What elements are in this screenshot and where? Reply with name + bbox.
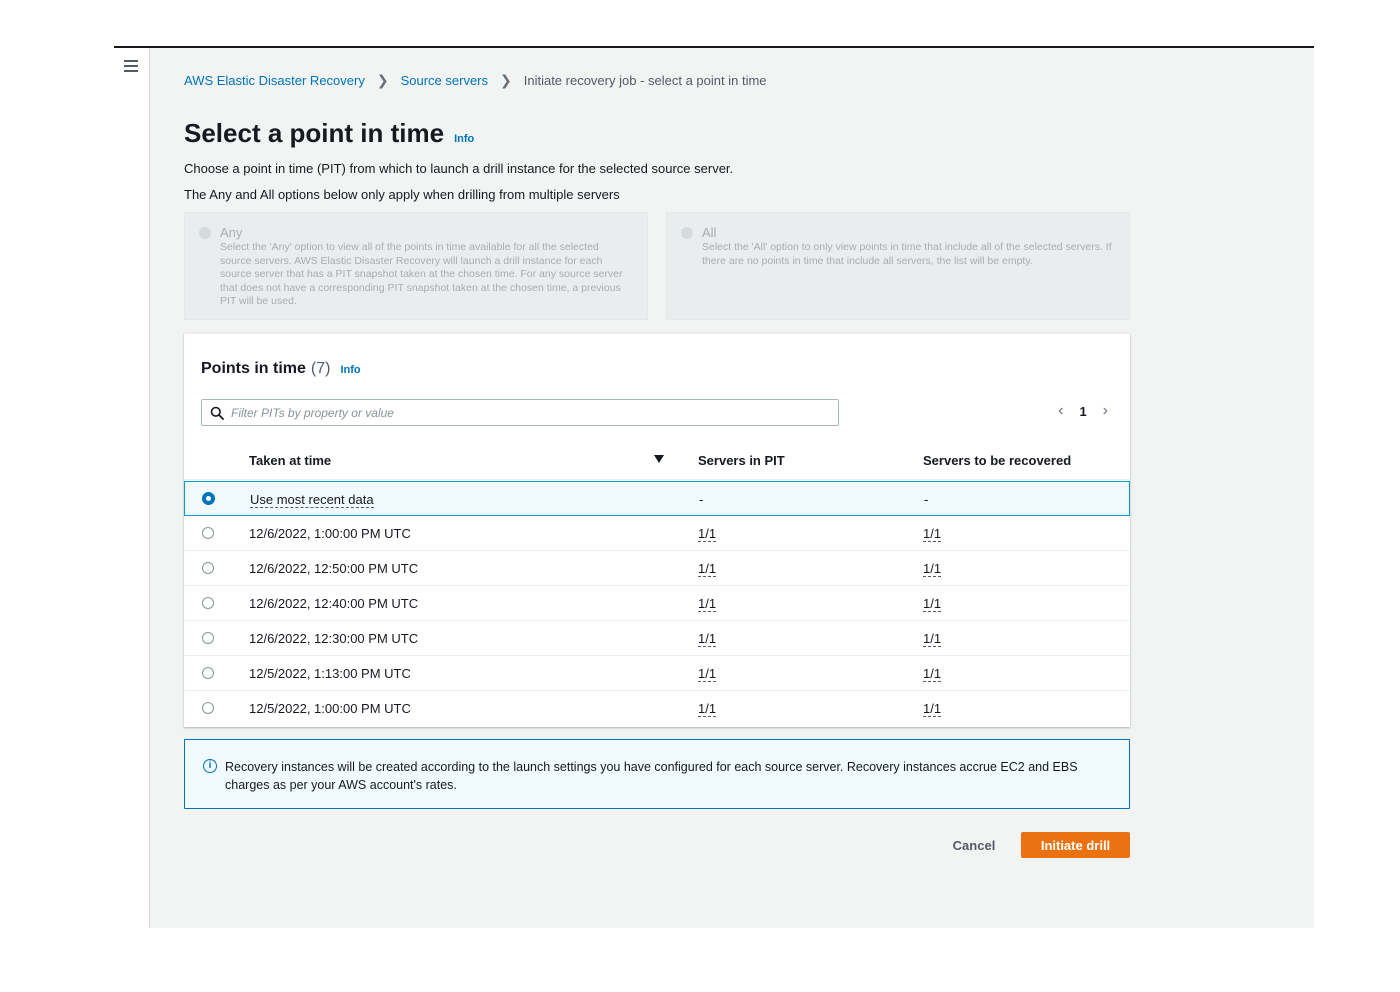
option-any-label: Any (220, 225, 243, 240)
row-radio[interactable] (202, 632, 214, 644)
row-time: 12/6/2022, 12:50:00 PM UTC (249, 561, 419, 576)
page-number[interactable]: 1 (1071, 404, 1094, 419)
row-servers-in-pit[interactable]: 1/1 (698, 561, 717, 577)
column-servers-in-pit[interactable]: Servers in PIT (698, 453, 785, 468)
table-row[interactable]: 12/6/2022, 1:00:00 PM UTC 1/1 1/1 (184, 516, 1130, 551)
row-radio[interactable] (202, 562, 214, 574)
table-title: Points in time (7) Info (201, 360, 361, 378)
radio-any-disabled (199, 226, 211, 239)
row-servers-recovered[interactable]: 1/1 (923, 666, 942, 682)
breadcrumb-link-source-servers[interactable]: Source servers (401, 73, 488, 88)
chevron-right-icon[interactable]: › (1095, 402, 1116, 420)
info-icon: i (203, 759, 217, 773)
table-row[interactable]: 12/6/2022, 12:50:00 PM UTC 1/1 1/1 (184, 551, 1130, 586)
row-servers-in-pit[interactable]: 1/1 (698, 526, 717, 542)
row-servers-in-pit[interactable]: 1/1 (698, 631, 717, 647)
row-radio-selected[interactable] (202, 492, 215, 505)
info-alert-text: Recovery instances will be created accor… (225, 760, 1078, 792)
row-radio[interactable] (202, 702, 214, 714)
chevron-left-icon[interactable]: ‹ (1050, 402, 1071, 420)
radio-all-disabled (681, 226, 693, 239)
table-count: (7) (310, 360, 331, 377)
sort-descending-icon[interactable] (654, 455, 664, 463)
pagination: ‹ 1 › (1050, 402, 1116, 420)
row-radio[interactable] (202, 667, 214, 679)
row-servers-recovered[interactable]: 1/1 (923, 561, 942, 577)
row-time: 12/5/2022, 1:13:00 PM UTC (249, 666, 411, 681)
row-radio[interactable] (202, 527, 214, 539)
option-all-description: Select the 'All' option to only view poi… (702, 241, 1112, 267)
row-servers-recovered[interactable]: 1/1 (923, 596, 942, 612)
row-time: 12/6/2022, 1:00:00 PM UTC (249, 526, 411, 541)
side-navigation-collapsed (114, 48, 150, 928)
initiate-drill-button[interactable]: Initiate drill (1021, 832, 1130, 858)
table-header: Taken at time Servers in PIT Servers to … (184, 440, 1130, 480)
table-row[interactable]: Use most recent data - - (184, 481, 1130, 516)
filter-box (201, 399, 839, 426)
option-card-any: Any Select the 'Any' option to view all … (184, 212, 648, 320)
column-taken-at-time[interactable]: Taken at time (249, 453, 331, 468)
table-row[interactable]: 12/5/2022, 1:13:00 PM UTC 1/1 1/1 (184, 656, 1130, 691)
cancel-button[interactable]: Cancel (944, 832, 1004, 858)
breadcrumb-link-drs[interactable]: AWS Elastic Disaster Recovery (184, 73, 365, 88)
points-in-time-table: Points in time (7) Info ‹ 1 › Taken at t… (184, 333, 1130, 727)
info-alert: i Recovery instances will be created acc… (184, 739, 1130, 809)
row-servers-in-pit: - (699, 492, 704, 507)
row-servers-recovered[interactable]: 1/1 (923, 701, 942, 717)
row-servers-recovered[interactable]: 1/1 (923, 631, 942, 647)
chevron-right-icon: ❯ (376, 72, 389, 88)
row-servers-in-pit[interactable]: 1/1 (698, 596, 717, 612)
row-time: 12/5/2022, 1:00:00 PM UTC (249, 701, 411, 716)
option-any-description: Select the 'Any' option to view all of t… (220, 241, 623, 307)
table-row[interactable]: 12/5/2022, 1:00:00 PM UTC 1/1 1/1 (184, 691, 1130, 726)
row-servers-recovered[interactable]: 1/1 (923, 526, 942, 542)
row-servers-in-pit[interactable]: 1/1 (698, 701, 717, 717)
breadcrumb-current: Initiate recovery job - select a point i… (523, 73, 767, 88)
console-frame: AWS Elastic Disaster Recovery ❯ Source s… (114, 46, 1314, 928)
page-description: Choose a point in time (PIT) from which … (184, 161, 734, 176)
row-radio[interactable] (202, 597, 214, 609)
column-servers-to-be-recovered[interactable]: Servers to be recovered (923, 453, 1071, 468)
row-time: Use most recent data (250, 492, 374, 508)
table-row[interactable]: 12/6/2022, 12:40:00 PM UTC 1/1 1/1 (184, 586, 1130, 621)
page-title: Select a point in time Info (184, 118, 474, 149)
option-card-all: All Select the 'All' option to only view… (666, 212, 1130, 320)
chevron-right-icon: ❯ (500, 72, 512, 88)
page-title-text: Select a point in time (184, 118, 445, 148)
row-servers-recovered: - (924, 492, 929, 507)
option-all-label: All (702, 225, 717, 240)
breadcrumb: AWS Elastic Disaster Recovery ❯ Source s… (184, 72, 767, 89)
page-info-link[interactable]: Info (454, 133, 474, 145)
row-servers-in-pit[interactable]: 1/1 (698, 666, 717, 682)
table-info-link[interactable]: Info (340, 364, 360, 376)
table-row[interactable]: 12/6/2022, 12:30:00 PM UTC 1/1 1/1 (184, 621, 1130, 656)
options-note: The Any and All options below only apply… (184, 187, 620, 202)
row-time: 12/6/2022, 12:30:00 PM UTC (249, 631, 419, 646)
row-time: 12/6/2022, 12:40:00 PM UTC (249, 596, 419, 611)
menu-icon[interactable] (124, 60, 138, 72)
search-icon (210, 406, 224, 420)
table-title-text: Points in time (201, 360, 306, 377)
filter-input[interactable] (231, 405, 821, 420)
